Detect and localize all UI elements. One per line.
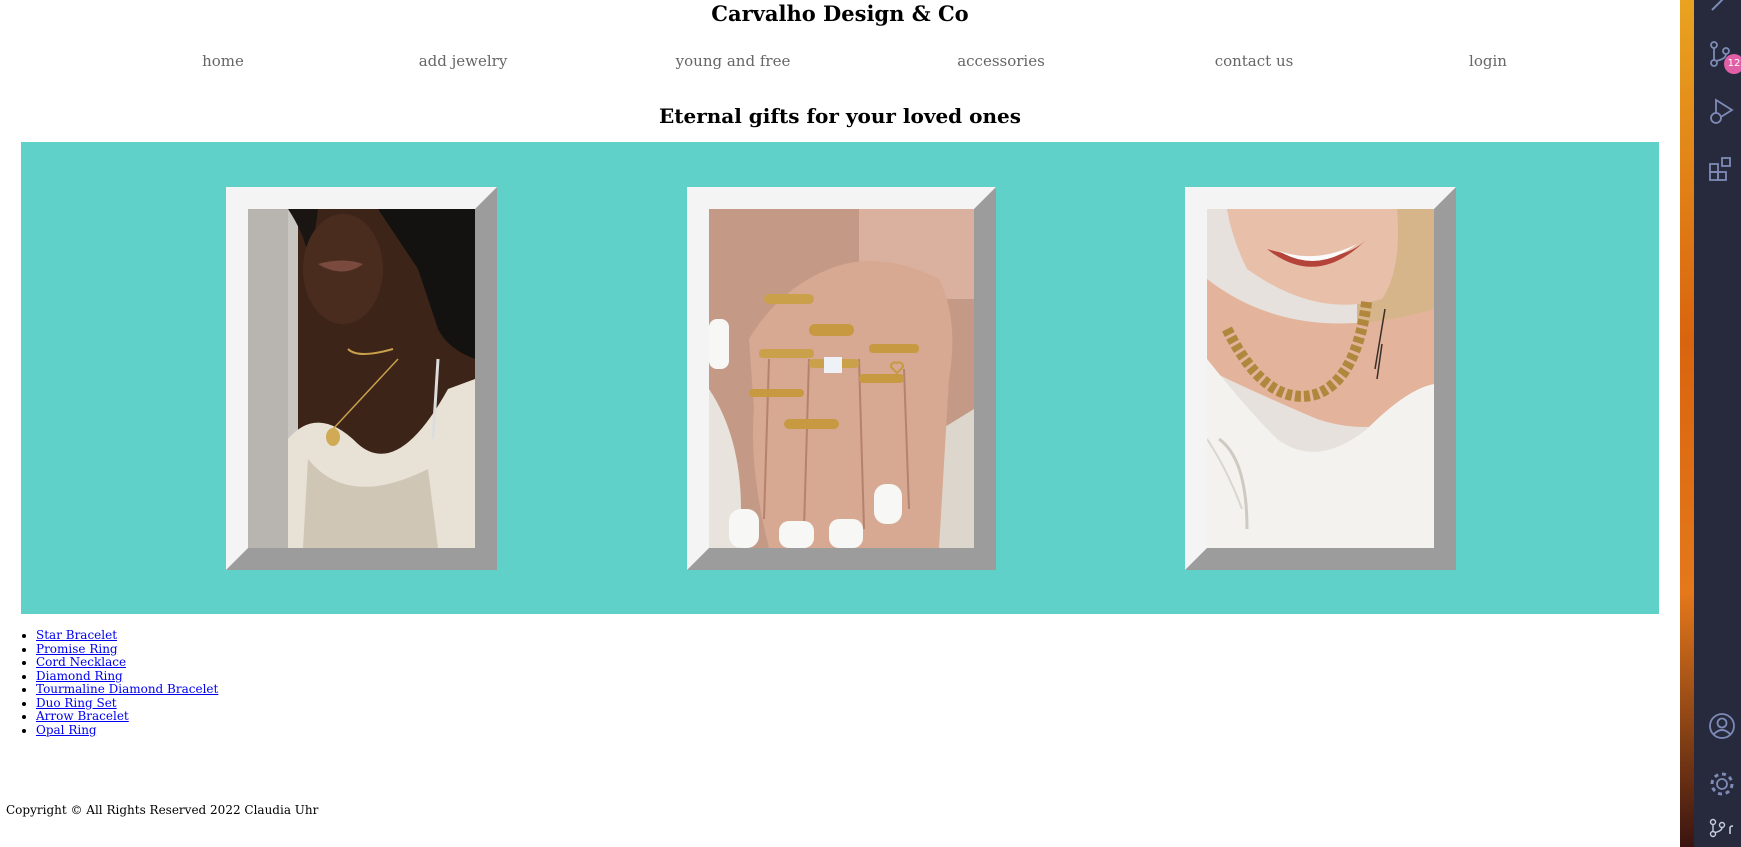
product-link-diamond-ring[interactable]: Diamond Ring	[36, 669, 123, 683]
web-page: Carvalho Design & Co home add jewelry yo…	[0, 0, 1680, 847]
photo-frame-chain	[1185, 187, 1456, 570]
source-control-badge: 12	[1724, 54, 1741, 74]
list-item: Duo Ring Set	[36, 696, 218, 711]
branch-icon[interactable]	[1694, 814, 1741, 844]
site-title: Carvalho Design & Co	[711, 1, 969, 26]
rings-photo[interactable]	[709, 209, 974, 548]
product-link-star-bracelet[interactable]: Star Bracelet	[36, 628, 117, 642]
product-link-tourmaline-diamond-bracelet[interactable]: Tourmaline Diamond Bracelet	[36, 682, 218, 696]
nav-login[interactable]: login	[1469, 52, 1507, 70]
list-item: Arrow Bracelet	[36, 709, 218, 724]
photo-gallery	[21, 142, 1659, 614]
product-link-duo-ring-set[interactable]: Duo Ring Set	[36, 696, 117, 710]
photo-frame-rings	[687, 187, 996, 570]
nav-accessories[interactable]: accessories	[957, 52, 1045, 70]
chain-photo[interactable]	[1207, 209, 1434, 548]
explorer-icon[interactable]	[1694, 0, 1741, 20]
extensions-icon[interactable]	[1694, 150, 1741, 184]
product-link-opal-ring[interactable]: Opal Ring	[36, 723, 97, 737]
list-item: Opal Ring	[36, 723, 218, 738]
product-link-arrow-bracelet[interactable]: Arrow Bracelet	[36, 709, 129, 723]
account-icon[interactable]	[1694, 708, 1741, 742]
list-item: Diamond Ring	[36, 669, 218, 684]
photo-frame-necklace	[226, 187, 497, 570]
list-item: Tourmaline Diamond Bracelet	[36, 682, 218, 697]
hero-heading: Eternal gifts for your loved ones	[659, 104, 1021, 128]
run-debug-icon[interactable]	[1694, 92, 1741, 126]
necklace-photo[interactable]	[248, 209, 475, 548]
source-control-icon[interactable]: 12	[1694, 36, 1741, 74]
main-nav: home add jewelry young and free accessor…	[0, 52, 1680, 72]
list-item: Promise Ring	[36, 642, 218, 657]
list-item: Cord Necklace	[36, 655, 218, 670]
nav-home[interactable]: home	[202, 52, 244, 70]
editor-side-dock: 12	[1680, 0, 1741, 847]
activity-bar: 12	[1694, 0, 1741, 847]
nav-add-jewelry[interactable]: add jewelry	[419, 52, 508, 70]
nav-contact-us[interactable]: contact us	[1215, 52, 1294, 70]
product-link-cord-necklace[interactable]: Cord Necklace	[36, 655, 126, 669]
settings-icon[interactable]	[1694, 766, 1741, 800]
product-list: Star Bracelet Promise Ring Cord Necklace…	[14, 628, 218, 738]
nav-young-and-free[interactable]: young and free	[676, 52, 791, 70]
list-item: Star Bracelet	[36, 628, 218, 643]
footer-copyright: Copyright © All Rights Reserved 2022 Cla…	[6, 803, 319, 817]
product-link-promise-ring[interactable]: Promise Ring	[36, 642, 118, 656]
